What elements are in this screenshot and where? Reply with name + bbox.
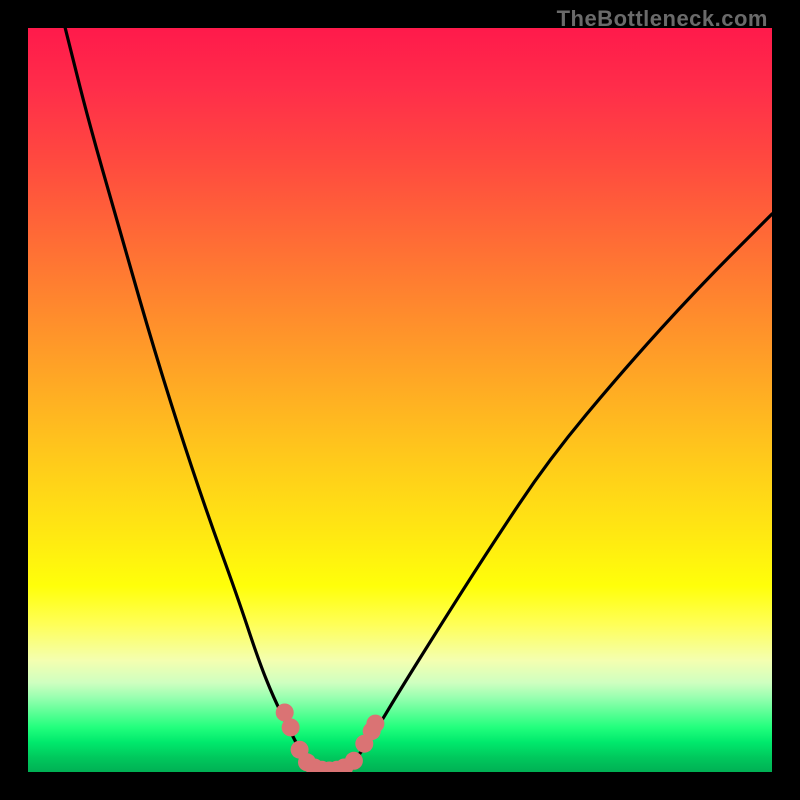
watermark-text: TheBottleneck.com — [557, 6, 768, 32]
valley-marker — [366, 715, 384, 733]
bottleneck-curve-svg — [28, 28, 772, 772]
curve-group — [65, 28, 772, 772]
valley-marker — [345, 752, 363, 770]
valley-marker — [282, 718, 300, 736]
bottleneck-curve — [65, 28, 772, 770]
chart-frame: TheBottleneck.com — [0, 0, 800, 800]
plot-area — [28, 28, 772, 772]
